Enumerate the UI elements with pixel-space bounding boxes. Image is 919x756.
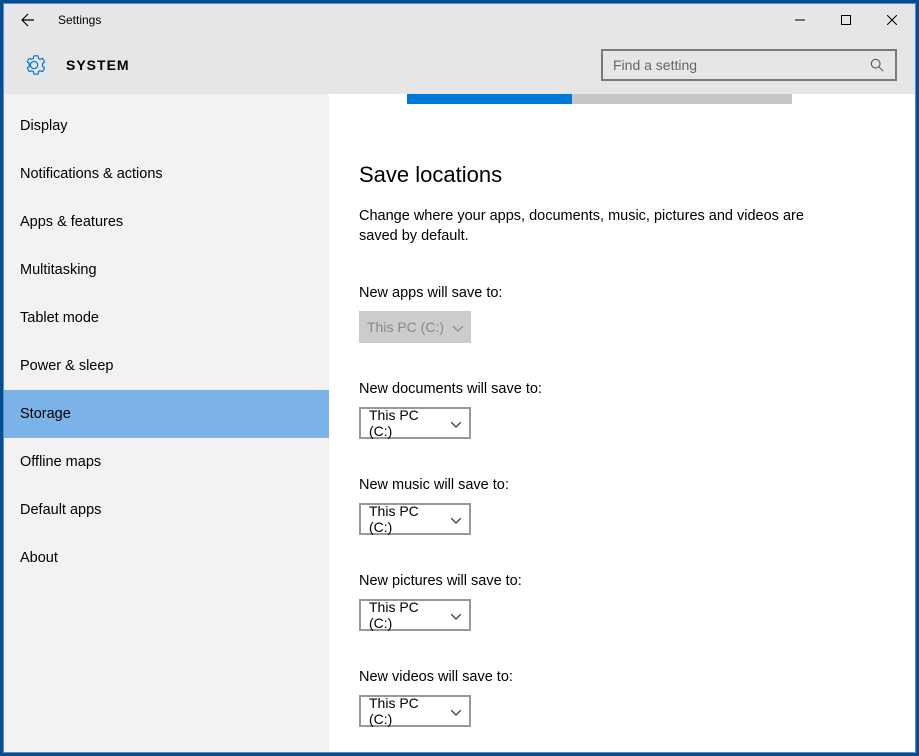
sidebar-item-display[interactable]: Display bbox=[4, 102, 329, 150]
sidebar-item-label: Multitasking bbox=[20, 262, 97, 278]
sidebar-item-storage[interactable]: Storage bbox=[4, 390, 329, 438]
titlebar: Settings bbox=[4, 4, 915, 36]
body: Display Notifications & actions Apps & fea… bbox=[4, 94, 915, 752]
minimize-button[interactable] bbox=[777, 4, 823, 36]
dropdown-value: This PC (C:) bbox=[369, 695, 445, 727]
save-location-dropdown[interactable]: This PC (C:) bbox=[359, 695, 471, 727]
save-location-dropdown: This PC (C:) bbox=[359, 311, 471, 343]
chevron-down-icon bbox=[451, 511, 461, 527]
field-label: New videos will save to: bbox=[359, 669, 885, 685]
search-box[interactable] bbox=[601, 49, 897, 81]
storage-usage-bar bbox=[407, 94, 792, 104]
dropdown-value: This PC (C:) bbox=[369, 407, 445, 439]
sidebar-item-label: Notifications & actions bbox=[20, 166, 163, 182]
window-controls bbox=[777, 4, 915, 36]
save-location-dropdown[interactable]: This PC (C:) bbox=[359, 407, 471, 439]
section-heading: Save locations bbox=[359, 162, 885, 188]
sidebar-item-label: Tablet mode bbox=[20, 310, 99, 326]
search-input[interactable] bbox=[613, 57, 869, 73]
sidebar-item-label: Default apps bbox=[20, 502, 101, 518]
window-title: Settings bbox=[58, 13, 101, 27]
sidebar-item-label: Storage bbox=[20, 406, 71, 422]
dropdown-value: This PC (C:) bbox=[369, 503, 445, 535]
main-content: Save locations Change where your apps, d… bbox=[329, 94, 915, 752]
maximize-button[interactable] bbox=[823, 4, 869, 36]
dropdown-value: This PC (C:) bbox=[367, 319, 444, 335]
sidebar-item-notifications-actions[interactable]: Notifications & actions bbox=[4, 150, 329, 198]
sidebar-item-label: Apps & features bbox=[20, 214, 123, 230]
close-button[interactable] bbox=[869, 4, 915, 36]
sidebar-item-default-apps[interactable]: Default apps bbox=[4, 486, 329, 534]
chevron-down-icon bbox=[453, 319, 463, 335]
back-button[interactable] bbox=[12, 4, 44, 36]
chevron-down-icon bbox=[451, 703, 461, 719]
sidebar-item-label: About bbox=[20, 550, 58, 566]
sidebar-item-multitasking[interactable]: Multitasking bbox=[4, 246, 329, 294]
field-label: New apps will save to: bbox=[359, 285, 885, 301]
sidebar-item-label: Power & sleep bbox=[20, 358, 114, 374]
back-arrow-icon bbox=[20, 12, 36, 28]
sidebar: Display Notifications & actions Apps & fea… bbox=[4, 94, 329, 752]
section-description: Change where your apps, documents, music… bbox=[359, 206, 819, 247]
chevron-down-icon bbox=[451, 415, 461, 431]
page-category: SYSTEM bbox=[66, 57, 130, 73]
save-location-dropdown[interactable]: This PC (C:) bbox=[359, 503, 471, 535]
sidebar-item-power-sleep[interactable]: Power & sleep bbox=[4, 342, 329, 390]
close-icon bbox=[887, 15, 897, 25]
minimize-icon bbox=[795, 15, 805, 25]
gear-icon bbox=[22, 53, 46, 77]
storage-usage-fill bbox=[407, 94, 572, 104]
chevron-down-icon bbox=[451, 607, 461, 623]
field-label: New documents will save to: bbox=[359, 381, 885, 397]
dropdown-value: This PC (C:) bbox=[369, 599, 445, 631]
sidebar-item-label: Display bbox=[20, 118, 68, 134]
sidebar-item-label: Offline maps bbox=[20, 454, 101, 470]
sidebar-item-tablet-mode[interactable]: Tablet mode bbox=[4, 294, 329, 342]
sidebar-item-offline-maps[interactable]: Offline maps bbox=[4, 438, 329, 486]
settings-window: Settings SYSTEM bbox=[3, 3, 916, 753]
sidebar-item-about[interactable]: About bbox=[4, 534, 329, 582]
search-icon bbox=[869, 57, 885, 73]
sidebar-item-apps-features[interactable]: Apps & features bbox=[4, 198, 329, 246]
save-location-dropdown[interactable]: This PC (C:) bbox=[359, 599, 471, 631]
maximize-icon bbox=[841, 15, 851, 25]
header: SYSTEM bbox=[4, 36, 915, 94]
field-label: New pictures will save to: bbox=[359, 573, 885, 589]
field-label: New music will save to: bbox=[359, 477, 885, 493]
